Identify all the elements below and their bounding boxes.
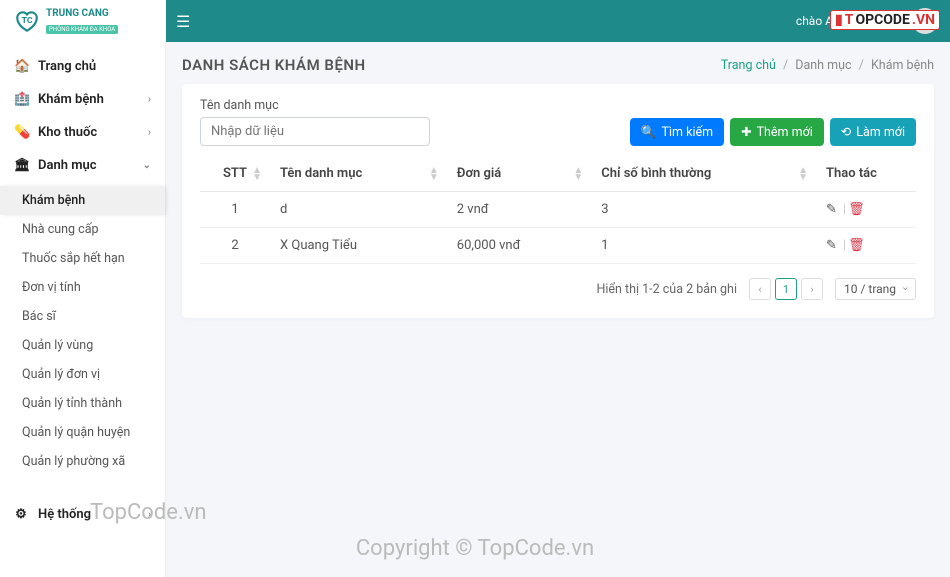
sidebar-sub-donvi[interactable]: Quản lý đơn vị — [0, 360, 165, 389]
breadcrumb: Trang chủ / Danh mục / Khám bệnh — [721, 58, 934, 73]
pager-next[interactable]: › — [801, 278, 823, 300]
col-chiso[interactable]: Chỉ số bình thường▲▼ — [591, 156, 816, 192]
sidebar-sub-donvitinh[interactable]: Đơn vị tính — [0, 273, 165, 302]
data-table: STT▲▼ Tên danh mục▲▼ Đơn giá▲▼ Chỉ số bì… — [200, 156, 916, 264]
pager-page-1[interactable]: 1 — [775, 278, 797, 300]
col-stt[interactable]: STT▲▼ — [200, 156, 270, 192]
sidebar-item-danhmuc[interactable]: 🏛Danh mục⌄ — [0, 149, 165, 182]
menu-toggle-icon[interactable]: ☰ — [166, 6, 200, 37]
brand-tagline: PHÒNG KHÁM ĐA KHOA — [46, 25, 118, 34]
content-card: Tên danh mục 🔍Tìm kiếm ✚Thêm mới ⟲Làm mớ… — [182, 84, 934, 318]
edit-icon[interactable]: ✎ — [826, 202, 837, 217]
table-row: 2X Quang Tiểu60,000 vnđ1✎|🗑 — [200, 228, 916, 264]
sort-icon: ▲▼ — [252, 167, 262, 181]
sidebar-item-khothuoc[interactable]: 💊Kho thuốc› — [0, 116, 165, 149]
delete-icon[interactable]: 🗑 — [848, 238, 865, 253]
filter-name-input[interactable] — [200, 117, 430, 146]
edit-icon[interactable]: ✎ — [826, 238, 837, 253]
chevron-down-icon: ⌄ — [143, 160, 151, 171]
sidebar: 🏠Trang chủ 🏥Khám bệnh› 💊Kho thuốc› 🏛Danh… — [0, 42, 166, 577]
svg-text:TC: TC — [22, 16, 33, 26]
col-thaotac: Thao tác — [816, 156, 916, 192]
brand-name: TRUNG CANG — [46, 8, 118, 19]
cell-gia: 60,000 vnđ — [447, 228, 591, 264]
cell-actions: ✎|🗑 — [816, 228, 916, 264]
sidebar-sub-nhacungcap[interactable]: Nhà cung cấp — [0, 215, 165, 244]
cell-ten: d — [270, 192, 447, 228]
sidebar-sub-thuochethan[interactable]: Thuốc sắp hết hạn — [0, 244, 165, 273]
search-button[interactable]: 🔍Tìm kiếm — [630, 118, 724, 146]
cell-gia: 2 vnđ — [447, 192, 591, 228]
brand-logo[interactable]: TC TRUNG CANG PHÒNG KHÁM ĐA KHOA — [0, 0, 166, 42]
sidebar-sub-tinhthanh[interactable]: Quản lý tỉnh thành — [0, 389, 165, 418]
filter-label: Tên danh mục — [200, 98, 430, 113]
refresh-icon: ⟲ — [841, 124, 851, 140]
sidebar-sub-khambenh[interactable]: Khám bệnh — [0, 186, 165, 215]
user-greeting: chào Administrator ! — [796, 14, 904, 28]
pagination: Hiển thị 1-2 của 2 bản ghi ‹ 1 › 10 / tr… — [200, 278, 916, 300]
sidebar-submenu-danhmuc: Khám bệnh Nhà cung cấp Thuốc sắp hết hạn… — [0, 182, 165, 480]
sort-icon: ▲▼ — [798, 167, 808, 181]
sidebar-item-hethong[interactable]: ⚙Hệ thống› — [0, 498, 165, 531]
search-icon: 🔍 — [641, 125, 657, 140]
table-row: 1d2 vnđ3✎|🗑 — [200, 192, 916, 228]
medkit-icon: 💊 — [14, 125, 28, 140]
cell-ten: X Quang Tiểu — [270, 228, 447, 264]
breadcrumb-current: Khám bệnh — [871, 58, 934, 73]
sidebar-sub-vung[interactable]: Quản lý vùng — [0, 331, 165, 360]
chevron-right-icon: › — [148, 509, 151, 520]
cell-chiso: 1 — [591, 228, 816, 264]
pager-summary: Hiển thị 1-2 của 2 bản ghi — [596, 282, 737, 297]
pager-size-select[interactable]: 10 / trang — [835, 278, 916, 300]
cell-chiso: 3 — [591, 192, 816, 228]
cell-actions: ✎|🗑 — [816, 192, 916, 228]
breadcrumb-group: Danh mục — [795, 58, 851, 73]
cell-stt: 2 — [200, 228, 270, 264]
chevron-right-icon: › — [148, 127, 151, 138]
page-title: DANH SÁCH KHÁM BỆNH — [182, 56, 366, 74]
gear-icon: ⚙ — [14, 507, 28, 522]
heart-logo-icon: TC — [14, 8, 40, 34]
sidebar-item-home[interactable]: 🏠Trang chủ — [0, 50, 165, 83]
avatar[interactable] — [912, 8, 938, 34]
col-gia[interactable]: Đơn giá▲▼ — [447, 156, 591, 192]
refresh-button[interactable]: ⟲Làm mới — [830, 118, 916, 146]
add-button[interactable]: ✚Thêm mới — [730, 118, 824, 146]
chevron-right-icon: › — [148, 94, 151, 105]
sidebar-sub-bacsi[interactable]: Bác sĩ — [0, 302, 165, 331]
sort-icon: ▲▼ — [573, 167, 583, 181]
topbar: TC TRUNG CANG PHÒNG KHÁM ĐA KHOA ☰ chào … — [0, 0, 950, 42]
delete-icon[interactable]: 🗑 — [848, 202, 865, 217]
clinic-icon: 🏥 — [14, 92, 28, 107]
home-icon: 🏠 — [14, 59, 28, 74]
cell-stt: 1 — [200, 192, 270, 228]
sidebar-item-khambenh[interactable]: 🏥Khám bệnh› — [0, 83, 165, 116]
sidebar-sub-phuongxa[interactable]: Quản lý phường xã — [0, 447, 165, 476]
main-content: DANH SÁCH KHÁM BỆNH Trang chủ / Danh mục… — [166, 42, 950, 577]
pager-prev[interactable]: ‹ — [749, 278, 771, 300]
sort-icon: ▲▼ — [429, 167, 439, 181]
columns-icon: 🏛 — [14, 158, 28, 173]
sidebar-sub-quanhuyen[interactable]: Quản lý quận huyện — [0, 418, 165, 447]
breadcrumb-home[interactable]: Trang chủ — [721, 58, 776, 73]
plus-icon: ✚ — [741, 124, 751, 140]
col-ten[interactable]: Tên danh mục▲▼ — [270, 156, 447, 192]
